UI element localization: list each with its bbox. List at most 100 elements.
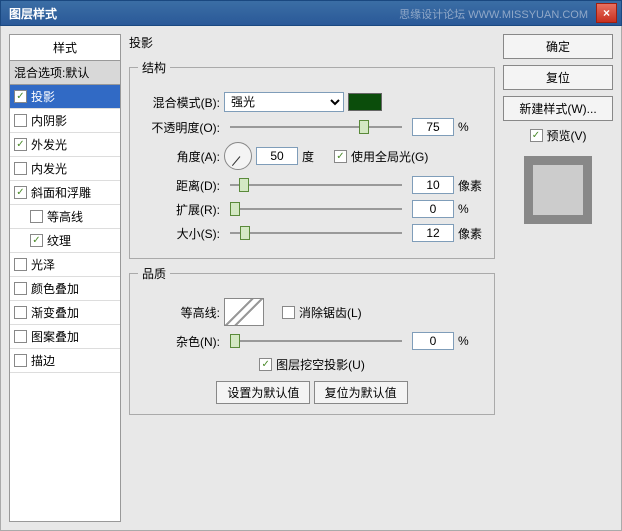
style-item-渐变叠加[interactable]: 渐变叠加 xyxy=(10,301,120,325)
spread-slider[interactable] xyxy=(230,200,402,218)
style-item-斜面和浮雕[interactable]: ✓ 斜面和浮雕 xyxy=(10,181,120,205)
size-unit: 像素 xyxy=(458,225,486,242)
dialog-body: 样式 混合选项:默认 ✓ 投影内阴影 ✓ 外发光内发光 ✓ 斜面和浮雕等高线 ✓ 纹理光泽颜色… xyxy=(0,26,622,531)
sidebar-header[interactable]: 样式 xyxy=(9,34,121,61)
noise-row: 杂色(N): % xyxy=(138,332,486,350)
style-label: 等高线 xyxy=(47,208,83,225)
size-slider[interactable] xyxy=(230,224,402,242)
style-checkbox[interactable]: ✓ xyxy=(14,186,27,199)
style-item-外发光[interactable]: ✓ 外发光 xyxy=(10,133,120,157)
antialias-label: 消除锯齿(L) xyxy=(299,304,362,321)
style-label: 描边 xyxy=(31,352,55,369)
style-label: 渐变叠加 xyxy=(31,304,79,321)
style-item-图案叠加[interactable]: 图案叠加 xyxy=(10,325,120,349)
distance-unit: 像素 xyxy=(458,177,486,194)
styles-sidebar: 样式 混合选项:默认 ✓ 投影内阴影 ✓ 外发光内发光 ✓ 斜面和浮雕等高线 ✓ 纹理光泽颜色… xyxy=(9,34,121,522)
opacity-unit: % xyxy=(458,120,486,134)
angle-dial[interactable] xyxy=(224,142,252,170)
style-item-纹理[interactable]: ✓ 纹理 xyxy=(10,229,120,253)
size-row: 大小(S): 像素 xyxy=(138,224,486,242)
noise-unit: % xyxy=(458,334,486,348)
reset-default-button[interactable]: 复位为默认值 xyxy=(314,381,408,404)
new-style-button[interactable]: 新建样式(W)... xyxy=(503,96,613,121)
opacity-label: 不透明度(O): xyxy=(138,119,220,136)
style-checkbox[interactable] xyxy=(14,114,27,127)
ok-button[interactable]: 确定 xyxy=(503,34,613,59)
style-item-等高线[interactable]: 等高线 xyxy=(10,205,120,229)
antialias-checkbox[interactable] xyxy=(282,306,295,319)
style-checkbox[interactable] xyxy=(14,282,27,295)
distance-label: 距离(D): xyxy=(138,177,220,194)
style-checkbox[interactable] xyxy=(14,162,27,175)
style-label: 外发光 xyxy=(31,136,67,153)
style-item-光泽[interactable]: 光泽 xyxy=(10,253,120,277)
structure-group: 结构 混合模式(B): 强光 不透明度(O): % 角度(A): 度 ✓ 使用全… xyxy=(129,59,495,259)
style-label: 投影 xyxy=(31,88,55,105)
preview-thumbnail xyxy=(524,156,592,224)
settings-panel: 投影 结构 混合模式(B): 强光 不透明度(O): % 角度(A): 度 ✓ … xyxy=(129,34,495,522)
style-label: 内阴影 xyxy=(31,112,67,129)
preview-checkbox[interactable]: ✓ xyxy=(530,129,543,142)
style-checkbox[interactable] xyxy=(30,210,43,223)
noise-slider[interactable] xyxy=(230,332,402,350)
style-checkbox[interactable] xyxy=(14,354,27,367)
shadow-color-swatch[interactable] xyxy=(348,93,382,111)
style-label: 纹理 xyxy=(47,232,71,249)
angle-label: 角度(A): xyxy=(138,148,220,165)
style-item-投影[interactable]: ✓ 投影 xyxy=(10,85,120,109)
style-item-颜色叠加[interactable]: 颜色叠加 xyxy=(10,277,120,301)
style-checkbox[interactable] xyxy=(14,258,27,271)
spread-label: 扩展(R): xyxy=(138,201,220,218)
style-checkbox[interactable]: ✓ xyxy=(14,90,27,103)
opacity-slider[interactable] xyxy=(230,118,402,136)
global-light-checkbox[interactable]: ✓ xyxy=(334,150,347,163)
blend-mode-select[interactable]: 强光 xyxy=(224,92,344,112)
close-button[interactable]: × xyxy=(596,3,617,23)
noise-label: 杂色(N): xyxy=(138,333,220,350)
style-item-内阴影[interactable]: 内阴影 xyxy=(10,109,120,133)
style-label: 光泽 xyxy=(31,256,55,273)
angle-row: 角度(A): 度 ✓ 使用全局光(G) xyxy=(138,142,486,170)
style-label: 颜色叠加 xyxy=(31,280,79,297)
style-item-内发光[interactable]: 内发光 xyxy=(10,157,120,181)
distance-row: 距离(D): 像素 xyxy=(138,176,486,194)
style-checkbox[interactable] xyxy=(14,306,27,319)
angle-input[interactable] xyxy=(256,147,298,165)
spread-input[interactable] xyxy=(412,200,454,218)
style-checkbox[interactable]: ✓ xyxy=(14,138,27,151)
distance-input[interactable] xyxy=(412,176,454,194)
style-checkbox[interactable] xyxy=(14,330,27,343)
blend-options-item[interactable]: 混合选项:默认 xyxy=(9,61,121,85)
style-label: 斜面和浮雕 xyxy=(31,184,91,201)
spread-unit: % xyxy=(458,202,486,216)
style-checkbox[interactable]: ✓ xyxy=(30,234,43,247)
blend-mode-row: 混合模式(B): 强光 xyxy=(138,92,486,112)
panel-title: 投影 xyxy=(129,34,495,51)
contour-picker[interactable] xyxy=(224,298,264,326)
knockout-label: 图层挖空投影(U) xyxy=(276,356,365,373)
global-light-label: 使用全局光(G) xyxy=(351,148,428,165)
quality-legend: 品质 xyxy=(138,265,170,282)
distance-slider[interactable] xyxy=(230,176,402,194)
style-label: 内发光 xyxy=(31,160,67,177)
knockout-checkbox[interactable]: ✓ xyxy=(259,358,272,371)
style-label: 图案叠加 xyxy=(31,328,79,345)
preview-toggle[interactable]: ✓ 预览(V) xyxy=(503,127,613,144)
knockout-row: ✓ 图层挖空投影(U) xyxy=(138,356,486,373)
size-input[interactable] xyxy=(412,224,454,242)
window-title: 图层样式 xyxy=(9,5,57,22)
opacity-row: 不透明度(O): % xyxy=(138,118,486,136)
opacity-input[interactable] xyxy=(412,118,454,136)
defaults-row: 设置为默认值 复位为默认值 xyxy=(138,381,486,404)
noise-input[interactable] xyxy=(412,332,454,350)
style-item-描边[interactable]: 描边 xyxy=(10,349,120,373)
blend-mode-label: 混合模式(B): xyxy=(138,94,220,111)
title-bar: 图层样式 思缘设计论坛 WWW.MISSYUAN.COM × xyxy=(0,0,622,26)
angle-unit: 度 xyxy=(302,148,330,165)
preview-label: 预览(V) xyxy=(547,127,587,144)
quality-group: 品质 等高线: 消除锯齿(L) 杂色(N): % ✓ 图层挖空投影(U) 设置为… xyxy=(129,265,495,415)
contour-row: 等高线: 消除锯齿(L) xyxy=(138,298,486,326)
cancel-button[interactable]: 复位 xyxy=(503,65,613,90)
set-default-button[interactable]: 设置为默认值 xyxy=(216,381,310,404)
size-label: 大小(S): xyxy=(138,225,220,242)
